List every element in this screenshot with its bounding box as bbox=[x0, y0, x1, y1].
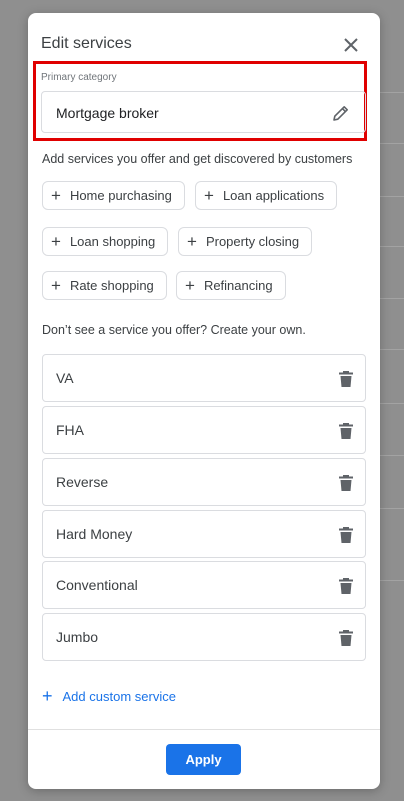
plus-icon: + bbox=[204, 186, 214, 205]
dialog-title: Edit services bbox=[41, 35, 132, 52]
service-name: FHA bbox=[56, 422, 84, 438]
add-custom-service-button[interactable]: + Add custom service bbox=[42, 687, 176, 705]
chip-label: Loan applications bbox=[222, 188, 325, 203]
plus-icon: + bbox=[51, 186, 61, 205]
trash-icon[interactable] bbox=[336, 369, 356, 389]
trash-icon[interactable] bbox=[336, 576, 356, 596]
plus-icon: + bbox=[51, 276, 61, 295]
chip-label: Property closing bbox=[205, 234, 300, 249]
apply-button[interactable]: Apply bbox=[166, 744, 241, 775]
chip-label: Loan shopping bbox=[69, 234, 156, 249]
suggestions-hint: Add services you offer and get discovere… bbox=[42, 152, 353, 166]
edit-services-dialog: Edit services Primary category Mortgage … bbox=[28, 13, 380, 789]
primary-category-field[interactable]: Mortgage broker bbox=[41, 91, 366, 133]
custom-service-row[interactable]: Jumbo bbox=[42, 613, 366, 661]
chip-property-closing[interactable]: + Property closing bbox=[178, 227, 313, 256]
service-name: VA bbox=[56, 370, 74, 386]
chip-label: Rate shopping bbox=[69, 278, 154, 293]
footer-divider bbox=[28, 729, 380, 730]
custom-service-row[interactable]: Hard Money bbox=[42, 510, 366, 558]
chip-home-purchasing[interactable]: + Home purchasing bbox=[42, 181, 185, 210]
trash-icon[interactable] bbox=[336, 525, 356, 545]
chip-loan-shopping[interactable]: + Loan shopping bbox=[42, 227, 169, 256]
service-name: Jumbo bbox=[56, 629, 99, 645]
plus-icon: + bbox=[187, 232, 197, 251]
add-custom-service-label: Add custom service bbox=[62, 688, 176, 704]
custom-service-row[interactable]: Reverse bbox=[42, 458, 366, 506]
plus-icon: + bbox=[42, 686, 53, 706]
service-name: Hard Money bbox=[56, 526, 133, 542]
trash-icon[interactable] bbox=[336, 421, 356, 441]
custom-service-row[interactable]: FHA bbox=[42, 406, 366, 454]
chip-label: Refinancing bbox=[203, 278, 273, 293]
custom-service-row[interactable]: Conventional bbox=[42, 561, 366, 609]
chip-label: Home purchasing bbox=[69, 188, 172, 203]
plus-icon: + bbox=[51, 232, 61, 251]
chip-rate-shopping[interactable]: + Rate shopping bbox=[42, 271, 167, 300]
plus-icon: + bbox=[185, 276, 195, 295]
pencil-icon[interactable] bbox=[331, 103, 351, 123]
create-own-prompt: Don’t see a service you offer? Create yo… bbox=[42, 323, 306, 337]
service-name: Reverse bbox=[56, 474, 109, 490]
chip-refinancing[interactable]: + Refinancing bbox=[176, 271, 286, 300]
chip-loan-applications[interactable]: + Loan applications bbox=[195, 181, 338, 210]
trash-icon[interactable] bbox=[336, 473, 356, 493]
primary-category-value: Mortgage broker bbox=[56, 105, 159, 121]
service-name: Conventional bbox=[56, 577, 138, 593]
trash-icon[interactable] bbox=[336, 628, 356, 648]
primary-category-label: Primary category bbox=[41, 72, 117, 83]
close-icon[interactable] bbox=[341, 35, 361, 55]
custom-service-row[interactable]: VA bbox=[42, 354, 366, 402]
